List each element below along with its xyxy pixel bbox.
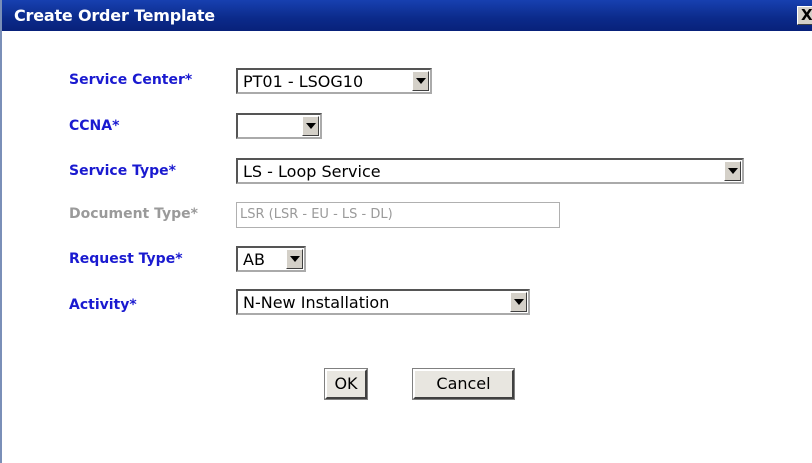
activity-label: Activity* — [69, 297, 137, 313]
service-type-label: Service Type* — [69, 163, 176, 179]
activity-value: N-New Installation — [243, 293, 390, 312]
document-type-field: LSR (LSR - EU - LS - DL) — [236, 202, 560, 228]
request-type-select[interactable]: AB — [236, 246, 306, 272]
dialog-title: Create Order Template — [14, 6, 215, 25]
close-icon[interactable]: X — [797, 6, 812, 25]
ok-button[interactable]: OK — [324, 368, 368, 400]
create-order-template-dialog: Create Order Template X Service Center* … — [0, 0, 812, 463]
chevron-down-icon[interactable] — [412, 71, 429, 91]
activity-select[interactable]: N-New Installation — [236, 289, 530, 315]
chevron-down-icon[interactable] — [724, 161, 741, 181]
service-center-value: PT01 - LSOG10 — [243, 72, 364, 91]
request-type-value: AB — [243, 250, 265, 269]
service-center-select[interactable]: PT01 - LSOG10 — [236, 68, 432, 94]
service-type-select[interactable]: LS - Loop Service — [236, 158, 744, 184]
service-type-value: LS - Loop Service — [243, 162, 381, 181]
document-type-label: Document Type* — [69, 206, 198, 222]
chevron-down-icon[interactable] — [302, 116, 319, 136]
chevron-down-icon[interactable] — [510, 292, 527, 312]
dialog-title-bar[interactable]: Create Order Template — [2, 0, 812, 31]
ccna-label: CCNA* — [69, 118, 120, 134]
request-type-label: Request Type* — [69, 251, 183, 267]
cancel-button[interactable]: Cancel — [412, 368, 515, 400]
ccna-select[interactable] — [236, 113, 322, 139]
chevron-down-icon[interactable] — [286, 249, 303, 269]
service-center-label: Service Center* — [69, 72, 193, 88]
